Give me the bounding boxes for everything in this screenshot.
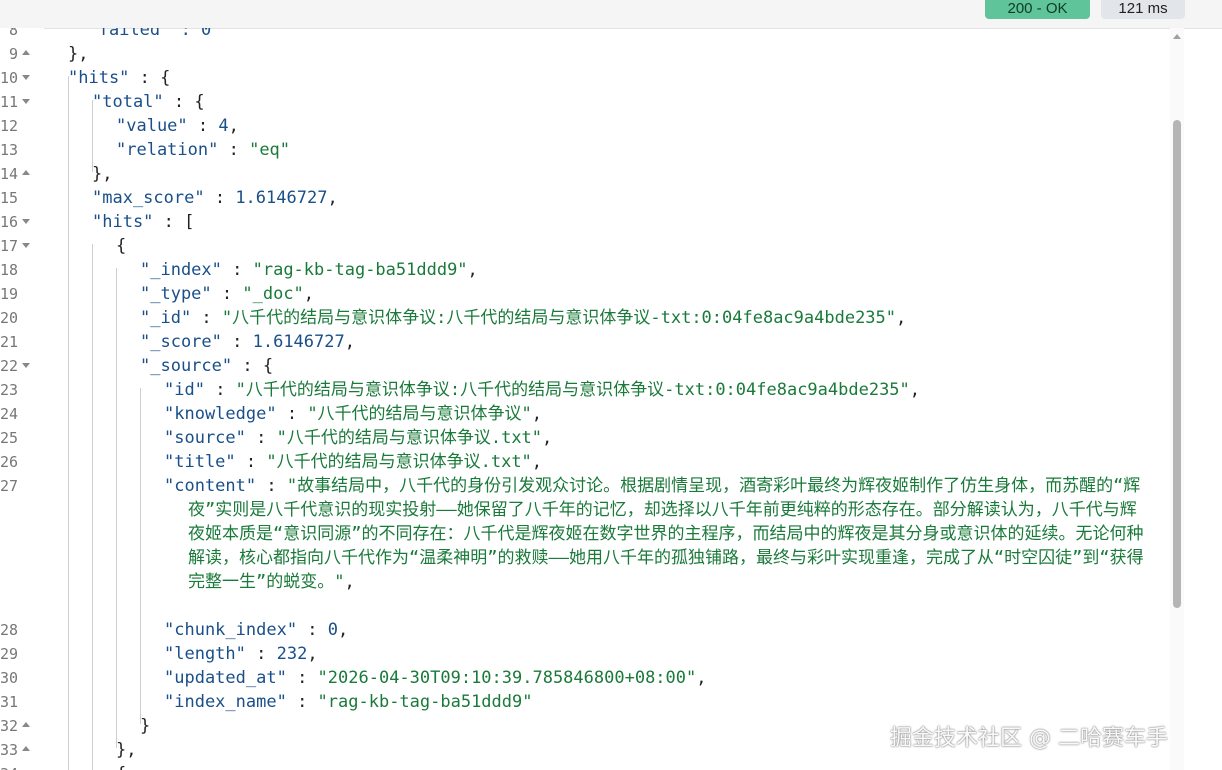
line-number: 24	[0, 405, 18, 423]
code-line: 11 "total" : {	[0, 90, 1170, 114]
line-text: {	[116, 236, 127, 256]
scrollbar-thumb[interactable]	[1173, 120, 1181, 608]
line-text: "_score" : 1.6146727,	[140, 332, 355, 352]
code-line: 31 "index_name" : "rag-kb-tag-ba51ddd9"	[0, 690, 1170, 714]
fold-toggle-icon[interactable]	[22, 746, 30, 751]
line-text: "content" : "故事结局中，八千代的身份引发观众讨论。根据剧情呈现，酒…	[164, 476, 1144, 592]
line-number: 11	[0, 93, 18, 111]
line-text: }	[140, 716, 151, 736]
fold-toggle-icon[interactable]	[22, 170, 30, 175]
line-text: "hits" : {	[68, 68, 171, 88]
line-text: "updated_at" : "2026-04-30T09:10:39.7858…	[164, 668, 707, 688]
line-number: 33	[0, 741, 18, 759]
line-number: 13	[0, 141, 18, 159]
line-number: 12	[0, 117, 18, 135]
code-line: 34 {	[0, 762, 1170, 770]
code-line: 23 "id" : "八千代的结局与意识体争议:八千代的结局与意识体争议-txt…	[0, 378, 1170, 402]
line-number: 21	[0, 333, 18, 351]
code-line: 15 "max_score" : 1.6146727,	[0, 186, 1170, 210]
code-line: 30 "updated_at" : "2026-04-30T09:10:39.7…	[0, 666, 1170, 690]
line-text: {	[116, 762, 126, 770]
line-number: 19	[0, 285, 18, 303]
line-text: "index_name" : "rag-kb-tag-ba51ddd9"	[164, 692, 533, 712]
code-line: 8 "failed" : 0	[0, 28, 1170, 42]
fold-toggle-icon[interactable]	[22, 99, 30, 104]
line-text: "value" : 4,	[116, 116, 239, 136]
code-line: 13 "relation" : "eq"	[0, 138, 1170, 162]
line-number: 34	[0, 762, 18, 770]
line-text: "failed" : 0	[68, 28, 212, 40]
line-text: "title" : "八千代的结局与意识体争议.txt",	[164, 452, 543, 472]
json-response-viewer[interactable]: 8 "failed" : 0 9 }, 10 "hits" : { 11 "to…	[0, 28, 1200, 770]
line-number: 10	[0, 69, 18, 87]
response-toolbar: 200 - OK 121 ms	[0, 0, 1222, 29]
line-text: "max_score" : 1.6146727,	[92, 188, 338, 208]
line-text: "source" : "八千代的结局与意识体争议.txt",	[164, 428, 553, 448]
line-text: "knowledge" : "八千代的结局与意识体争议",	[164, 404, 543, 424]
code-line: 16 "hits" : [	[0, 210, 1170, 234]
vertical-scrollbar[interactable]	[1170, 28, 1184, 770]
code-line: 28 "chunk_index" : 0,	[0, 618, 1170, 642]
code-line: 22 "_source" : {	[0, 354, 1170, 378]
code-line: 25 "source" : "八千代的结局与意识体争议.txt",	[0, 426, 1170, 450]
code-line: 18 "_index" : "rag-kb-tag-ba51ddd9",	[0, 258, 1170, 282]
code-line: 12 "value" : 4,	[0, 114, 1170, 138]
line-number: 31	[0, 693, 18, 711]
line-number: 29	[0, 645, 18, 663]
line-number: 17	[0, 237, 18, 255]
fold-toggle-icon[interactable]	[22, 50, 30, 55]
line-text: "relation" : "eq"	[116, 140, 291, 160]
line-text: },	[116, 740, 137, 760]
code-line: 24 "knowledge" : "八千代的结局与意识体争议",	[0, 402, 1170, 426]
line-text: "hits" : [	[92, 212, 195, 232]
line-number: 25	[0, 429, 18, 447]
code-line: 14 },	[0, 162, 1170, 186]
line-number: 22	[0, 357, 18, 375]
code-line: 27 "content" : "故事结局中，八千代的身份引发观众讨论。根据剧情呈…	[0, 474, 1170, 618]
line-text: "_type" : "_doc",	[140, 284, 315, 304]
fold-toggle-icon[interactable]	[22, 75, 30, 80]
code-line: 20 "_id" : "八千代的结局与意识体争议:八千代的结局与意识体争议-tx…	[0, 306, 1170, 330]
fold-toggle-icon[interactable]	[22, 363, 30, 368]
code-line: 29 "length" : 232,	[0, 642, 1170, 666]
line-number: 32	[0, 717, 18, 735]
fold-toggle-icon[interactable]	[22, 722, 30, 727]
watermark: 掘金技术社区 @ 二哈赛车手	[890, 726, 1168, 751]
line-number: 16	[0, 213, 18, 231]
code-line: 21 "_score" : 1.6146727,	[0, 330, 1170, 354]
line-number: 27	[0, 477, 18, 495]
code-line: 26 "title" : "八千代的结局与意识体争议.txt",	[0, 450, 1170, 474]
line-number: 9	[8, 45, 18, 63]
line-number: 23	[0, 381, 18, 399]
line-number: 18	[0, 261, 18, 279]
scroll-up-arrow-icon[interactable]	[1173, 34, 1181, 39]
code-line: 19 "_type" : "_doc",	[0, 282, 1170, 306]
line-number: 28	[0, 621, 18, 639]
line-text: "id" : "八千代的结局与意识体争议:八千代的结局与意识体争议-txt:0:…	[164, 380, 921, 400]
response-time-badge: 121 ms	[1101, 0, 1185, 19]
line-number: 20	[0, 309, 18, 327]
status-badge: 200 - OK	[985, 0, 1090, 19]
line-number: 8	[8, 28, 18, 39]
line-number: 30	[0, 669, 18, 687]
line-text: },	[68, 44, 89, 64]
line-number: 15	[0, 189, 18, 207]
line-text: "total" : {	[92, 92, 205, 112]
fold-toggle-icon[interactable]	[22, 243, 30, 248]
line-text: "_index" : "rag-kb-tag-ba51ddd9",	[140, 260, 478, 280]
line-text: "_id" : "八千代的结局与意识体争议:八千代的结局与意识体争议-txt:0…	[140, 308, 907, 328]
fold-toggle-icon[interactable]	[22, 219, 30, 224]
line-number: 26	[0, 453, 18, 471]
code-line: 9 },	[0, 42, 1170, 66]
line-text: "_source" : {	[140, 356, 274, 376]
line-number: 14	[0, 165, 18, 183]
line-text: "chunk_index" : 0,	[164, 620, 349, 640]
line-text: },	[92, 164, 113, 184]
code-line: 17 {	[0, 234, 1170, 258]
code-line: 10 "hits" : {	[0, 66, 1170, 90]
line-text: "length" : 232,	[164, 644, 318, 664]
